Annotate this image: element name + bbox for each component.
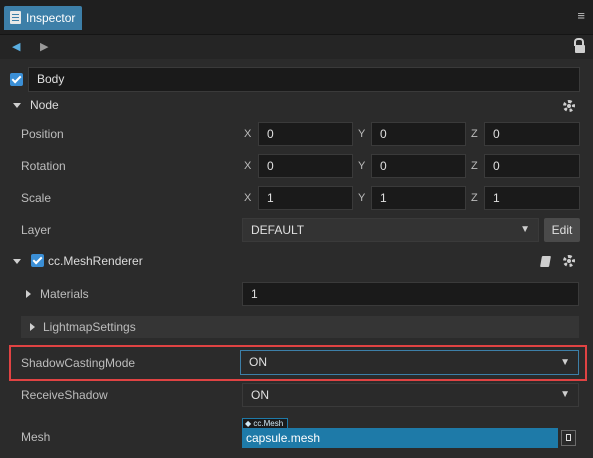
lightmap-expand-icon[interactable]	[30, 323, 35, 331]
position-x-axis[interactable]: X	[244, 127, 251, 141]
locate-asset-glyph	[566, 434, 571, 441]
back-arrow-icon[interactable]: ◀	[12, 40, 20, 54]
lightmap-settings-row[interactable]: LightmapSettings	[21, 316, 579, 338]
node-section-title: Node	[30, 98, 59, 112]
rotation-x-value: 0	[267, 159, 274, 173]
layer-label: Layer	[21, 223, 52, 237]
scale-x-value: 1	[267, 191, 274, 205]
layer-select[interactable]: DEFAULT ▼	[242, 218, 539, 242]
materials-count-value: 1	[251, 287, 258, 301]
scale-y-axis[interactable]: Y	[358, 191, 365, 205]
shadow-casting-dropdown-icon: ▼	[560, 357, 570, 368]
position-y-axis[interactable]: Y	[358, 127, 365, 141]
forward-arrow-icon[interactable]: ▶	[40, 40, 48, 54]
history-navigation: ◀ ▶	[0, 35, 593, 59]
inspector-icon	[10, 11, 21, 24]
rotation-y-value: 0	[380, 159, 387, 173]
position-z-axis[interactable]: Z	[471, 127, 478, 141]
node-name-text: Body	[37, 72, 65, 86]
node-settings-gear-icon[interactable]	[563, 100, 575, 112]
shadow-casting-select[interactable]: ON ▼	[240, 350, 579, 375]
scale-z-axis[interactable]: Z	[471, 191, 478, 205]
mesh-asset-field[interactable]: capsule.mesh	[242, 428, 558, 448]
mesh-asset-type-tag: ◆ cc.Mesh	[242, 418, 288, 428]
mesh-renderer-enabled-checkbox[interactable]	[31, 254, 44, 267]
materials-expand-icon[interactable]	[26, 290, 31, 298]
unlock-icon[interactable]	[575, 45, 585, 53]
lightmap-label: LightmapSettings	[43, 320, 136, 334]
mesh-label: Mesh	[21, 430, 51, 444]
node-active-checkbox[interactable]	[10, 73, 23, 86]
rotation-y-axis[interactable]: Y	[358, 159, 365, 173]
scale-x-axis[interactable]: X	[244, 191, 251, 205]
rotation-y-input[interactable]: 0	[371, 154, 466, 178]
position-y-value: 0	[380, 127, 387, 141]
layer-edit-button[interactable]: Edit	[544, 218, 580, 242]
layer-dropdown-icon: ▼	[520, 224, 530, 235]
layer-value: DEFAULT	[251, 223, 305, 237]
rotation-z-value: 0	[493, 159, 500, 173]
scale-x-input[interactable]: 1	[258, 186, 353, 210]
mesh-renderer-collapse-icon[interactable]	[13, 259, 21, 264]
tab-title: Inspector	[26, 11, 76, 25]
materials-count-input[interactable]: 1	[242, 282, 579, 306]
scale-z-input[interactable]: 1	[484, 186, 580, 210]
help-book-icon[interactable]	[540, 256, 551, 267]
tab-inspector[interactable]: Inspector	[4, 6, 82, 30]
inspector-tabbar: Inspector ≡	[0, 0, 593, 35]
receive-shadow-select[interactable]: ON ▼	[242, 383, 579, 407]
position-y-input[interactable]: 0	[371, 122, 466, 146]
mesh-asset-value: capsule.mesh	[246, 431, 321, 445]
position-label: Position	[21, 127, 64, 141]
shadow-casting-label: ShadowCastingMode	[21, 356, 136, 370]
position-z-input[interactable]: 0	[484, 122, 580, 146]
rotation-x-axis[interactable]: X	[244, 159, 251, 173]
rotation-label: Rotation	[21, 159, 66, 173]
mesh-renderer-settings-gear-icon[interactable]	[563, 255, 575, 267]
menu-icon[interactable]: ≡	[577, 9, 585, 23]
node-collapse-icon[interactable]	[13, 103, 21, 108]
receive-shadow-label: ReceiveShadow	[21, 388, 108, 402]
node-name-input[interactable]: Body	[28, 67, 580, 92]
receive-shadow-value: ON	[251, 388, 269, 402]
unlock-shackle	[574, 38, 584, 46]
scale-y-value: 1	[380, 191, 387, 205]
scale-z-value: 1	[493, 191, 500, 205]
rotation-z-axis[interactable]: Z	[471, 159, 478, 173]
position-z-value: 0	[493, 127, 500, 141]
layer-edit-label: Edit	[551, 223, 573, 237]
materials-label: Materials	[40, 287, 89, 301]
locate-asset-icon[interactable]	[561, 430, 576, 446]
scale-y-input[interactable]: 1	[371, 186, 466, 210]
mesh-asset-type: ◆ cc.Mesh	[245, 419, 284, 428]
position-x-input[interactable]: 0	[258, 122, 353, 146]
scale-label: Scale	[21, 191, 52, 205]
position-x-value: 0	[267, 127, 274, 141]
rotation-x-input[interactable]: 0	[258, 154, 353, 178]
receive-shadow-dropdown-icon: ▼	[560, 389, 570, 400]
shadow-casting-value: ON	[249, 355, 267, 369]
mesh-renderer-title: cc.MeshRenderer	[48, 254, 143, 268]
rotation-z-input[interactable]: 0	[484, 154, 580, 178]
